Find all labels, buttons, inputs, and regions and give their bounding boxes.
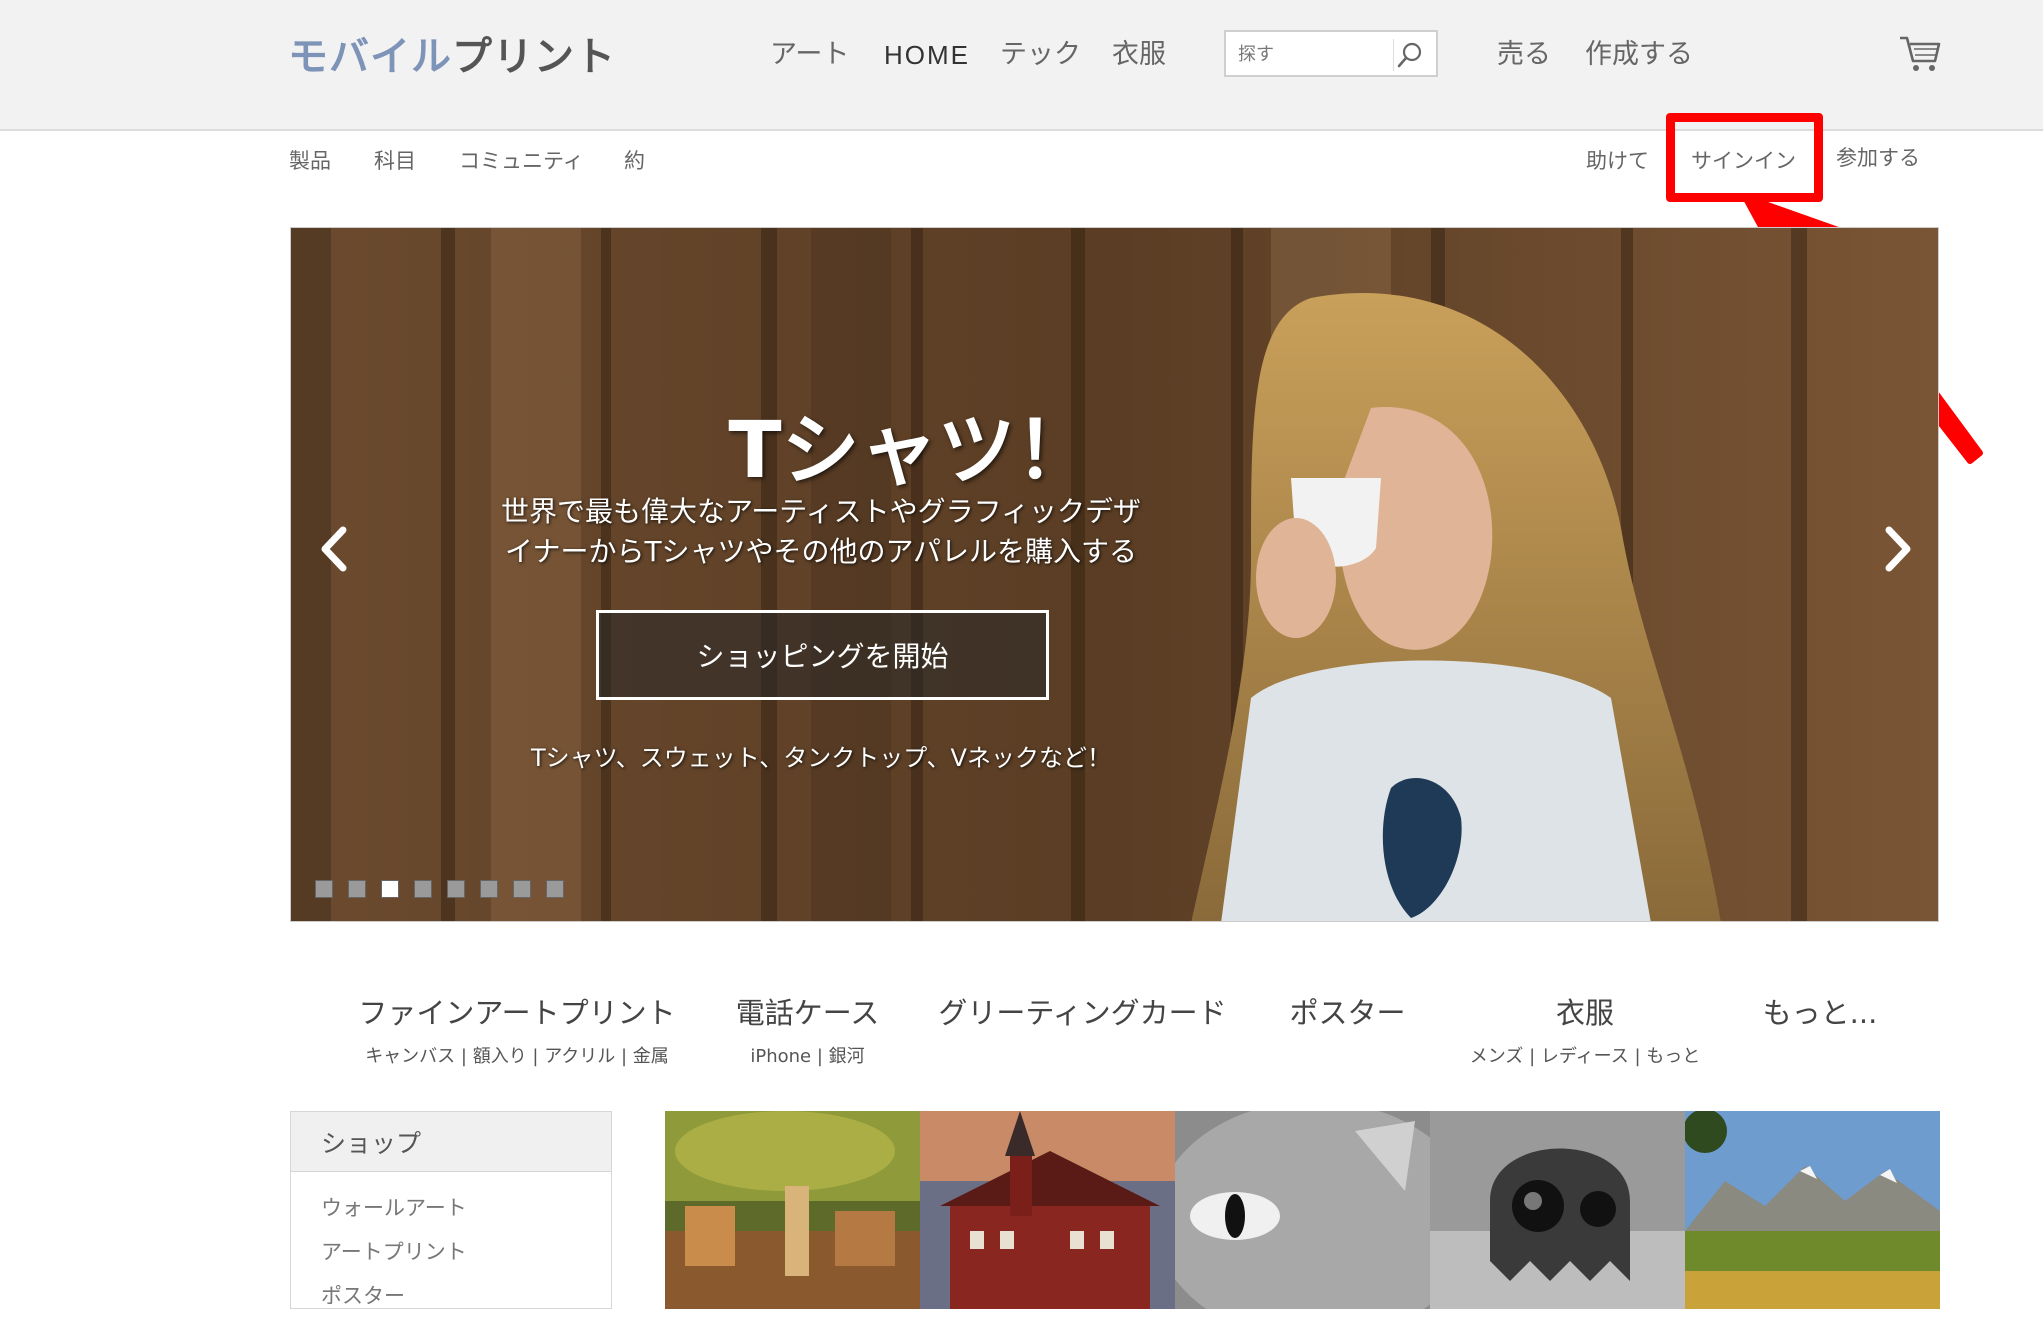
featured-thumbnails [665,1111,1940,1309]
thumbnail-red-chalet[interactable] [920,1111,1175,1309]
carousel-dot-2[interactable] [348,880,366,898]
search-icon[interactable] [1393,39,1426,71]
category-subtitle[interactable]: メンズ | レディース | もっと [1460,1042,1710,1068]
hero-note: Tシャツ、スウェット、タンクトップ、Vネックなど！ [531,744,1111,772]
hero-subtitle: 世界で最も偉大なアーティストやグラフィックデザイナーからTシャツやその他のアパレ… [500,495,1142,568]
carousel-dot-4[interactable] [414,880,432,898]
carousel-indicators [315,880,564,898]
carousel-dot-7[interactable] [513,880,531,898]
carousel-prev-icon[interactable] [315,524,351,574]
cart-icon[interactable] [1898,34,1942,74]
category-subtitle[interactable]: キャンバス | 額入り | アクリル | 金属 [352,1042,682,1068]
join-link[interactable]: 参加する [1836,142,1920,172]
hero-background-image [291,228,1938,921]
thumbnail-mountains[interactable] [1685,1111,1940,1309]
logo-text-part2: プリント [452,34,616,80]
subnav-help[interactable]: 助けて [1586,145,1649,175]
nav-create[interactable]: 作成する [1585,32,1693,71]
search-box [1224,30,1438,77]
start-shopping-button[interactable]: ショッピングを開始 [596,610,1049,700]
nav-tech[interactable]: テック [1000,32,1081,71]
site-logo[interactable]: モバイルプリント [288,24,616,82]
shop-panel: ショップ ウォールアート アートプリント ポスター [290,1111,612,1309]
subnav-about[interactable]: 約 [624,145,645,175]
shop-item-wall-art[interactable]: ウォールアート [291,1186,611,1230]
shop-item-posters[interactable]: ポスター [291,1274,611,1318]
subnav-subjects[interactable]: 科目 [374,145,416,175]
search-input[interactable] [1236,40,1390,68]
category-title[interactable]: 衣服 [1460,990,1710,1032]
category-title[interactable]: もっと... [1755,990,1885,1032]
carousel-dot-5[interactable] [447,880,465,898]
category-phone-cases[interactable]: 電話ケース iPhone | 銀河 [725,990,890,1068]
category-greeting-cards[interactable]: グリーティングカード [930,990,1235,1032]
thumbnail-ghost[interactable] [1430,1111,1685,1309]
hero-title: Tシャツ！ [728,406,1094,496]
carousel-dot-3[interactable] [381,880,399,898]
nav-art[interactable]: アート [770,32,849,71]
nav-home[interactable]: HOME [884,40,970,71]
carousel-next-icon[interactable] [1881,524,1917,574]
category-fine-art-prints[interactable]: ファインアートプリント キャンバス | 額入り | アクリル | 金属 [352,990,682,1068]
category-more[interactable]: もっと... [1755,990,1885,1032]
subnav-products[interactable]: 製品 [289,145,331,175]
category-subtitle[interactable]: iPhone | 銀河 [725,1042,890,1068]
category-title[interactable]: ファインアートプリント [352,990,682,1032]
thumbnail-town-square[interactable] [665,1111,920,1309]
carousel-dot-6[interactable] [480,880,498,898]
category-posters[interactable]: ポスター [1280,990,1415,1032]
subnav-community[interactable]: コミュニティ [459,145,584,175]
nav-clothing[interactable]: 衣服 [1112,32,1166,71]
carousel-dot-1[interactable] [315,880,333,898]
thumbnail-cat-eye[interactable] [1175,1111,1430,1309]
category-title[interactable]: ポスター [1280,990,1415,1032]
nav-sell[interactable]: 売る [1497,32,1551,71]
logo-text-part1: モバイル [288,34,452,80]
shop-heading: ショップ [291,1112,611,1172]
category-title[interactable]: グリーティングカード [930,990,1235,1032]
carousel-dot-8[interactable] [546,880,564,898]
category-title[interactable]: 電話ケース [725,990,890,1032]
shop-item-art-prints[interactable]: アートプリント [291,1230,611,1274]
category-clothing[interactable]: 衣服 メンズ | レディース | もっと [1460,990,1710,1068]
hero-carousel: Tシャツ！ 世界で最も偉大なアーティストやグラフィックデザイナーからTシャツやそ… [290,227,1939,922]
